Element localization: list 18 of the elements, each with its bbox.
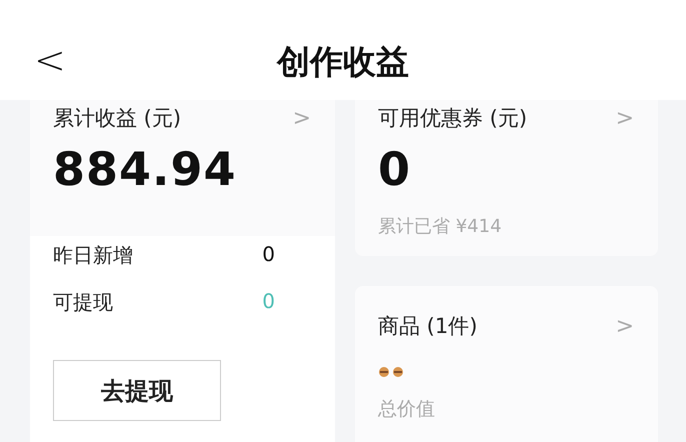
earnings-amount: 884.94 [53, 142, 238, 196]
total-value-label: 总价值 [378, 397, 436, 422]
coupon-amount: 0 [378, 142, 412, 196]
row-label: 昨日新增 [53, 242, 133, 269]
page-title: 创作收益 [277, 40, 409, 82]
savings-note: 累计已省 ¥414 [378, 215, 503, 238]
card-label: 商品 (1件) [378, 313, 478, 340]
row-label: 可提现 [53, 289, 113, 316]
chevron-link[interactable]: > [292, 106, 311, 130]
emoji-icon [378, 366, 406, 378]
back-button[interactable]: < [34, 38, 66, 82]
card-label: 累计收益 (元) [53, 105, 182, 132]
row-value: 0 [262, 289, 275, 315]
chevron-link[interactable]: > [616, 106, 634, 130]
card-label: 可用优惠券 (元) [378, 105, 528, 132]
chevron-link[interactable]: > [616, 314, 634, 338]
row-value: 0 [262, 242, 275, 268]
withdraw-button[interactable]: 去提现 [53, 360, 221, 421]
